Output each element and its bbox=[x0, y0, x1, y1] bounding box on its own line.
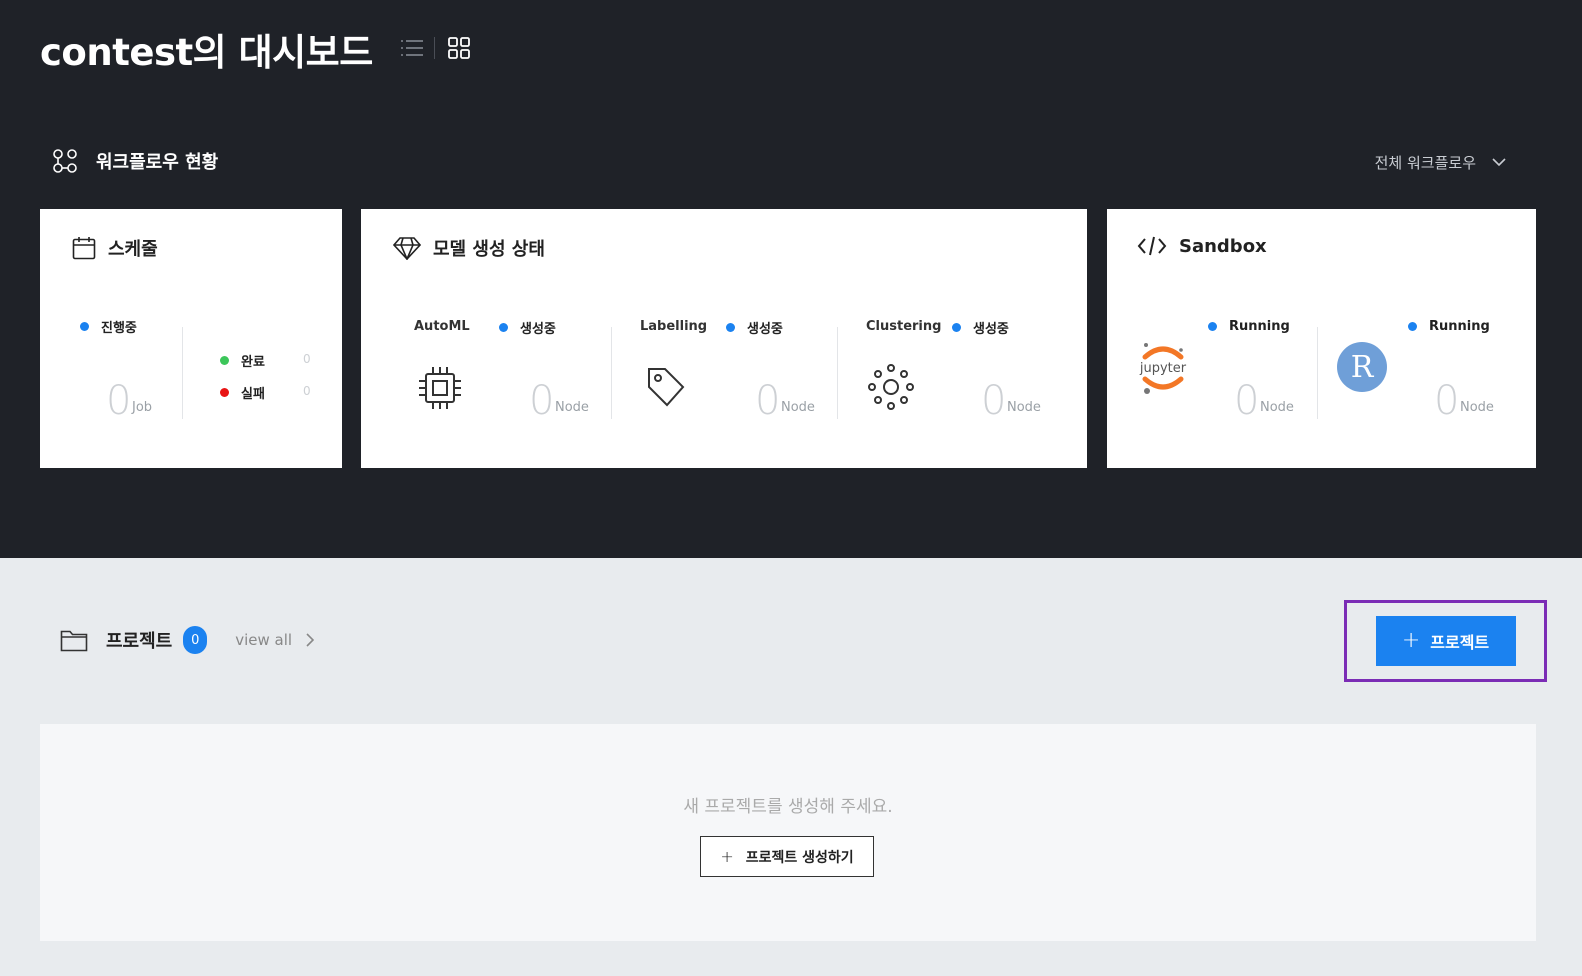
create-project-label: 프로젝트 bbox=[1430, 633, 1490, 652]
schedule-card-title: 스케줄 bbox=[72, 235, 158, 261]
view-all-link[interactable]: view all bbox=[235, 631, 315, 649]
sandbox-title-text: Sandbox bbox=[1179, 235, 1267, 257]
labelling-status-text: 생성중 bbox=[747, 322, 783, 337]
schedule-card: 스케줄 진행중 0 Job 완료 0 실패 0 bbox=[40, 209, 342, 468]
failed-count: 0 bbox=[303, 384, 311, 398]
grid-view-button[interactable] bbox=[445, 34, 473, 62]
plus-icon: + bbox=[1401, 628, 1421, 653]
in-progress-count: 0 bbox=[106, 378, 132, 424]
sandbox-card-title: Sandbox bbox=[1137, 235, 1267, 257]
status-dot-green bbox=[220, 356, 229, 365]
jupyter-logo-text: jupyter bbox=[1139, 361, 1187, 376]
create-project-button-highlight: + 프로젝트 bbox=[1344, 600, 1547, 682]
schedule-divider bbox=[182, 327, 183, 419]
chevron-right-icon bbox=[306, 633, 315, 647]
labelling-unit: Node bbox=[781, 400, 815, 415]
folder-icon bbox=[60, 630, 88, 652]
status-dot-blue bbox=[952, 323, 961, 332]
create-project-button[interactable]: + 프로젝트 bbox=[1375, 616, 1516, 666]
in-progress-unit: Job bbox=[132, 400, 153, 415]
tag-icon bbox=[648, 368, 685, 407]
r-logo-text: R bbox=[1351, 350, 1375, 385]
chevron-down-icon bbox=[1492, 158, 1506, 167]
status-dot-blue bbox=[1208, 322, 1217, 331]
failed-label: 실패 bbox=[241, 387, 265, 402]
empty-create-project-label: 프로젝트 생성하기 bbox=[745, 849, 854, 866]
page-title: contest의 대시보드 bbox=[40, 31, 373, 74]
jupyter-status-text: Running bbox=[1229, 319, 1290, 334]
clustering-label: Clustering bbox=[866, 319, 942, 334]
status-dot-red bbox=[220, 388, 229, 397]
labelling-label: Labelling bbox=[640, 319, 708, 334]
r-status: Running bbox=[1408, 319, 1490, 334]
automl-status: 생성중 bbox=[499, 318, 556, 337]
status-dot-blue bbox=[80, 322, 89, 331]
sandbox-card: Sandbox Running jupyter 0 Node Running R… bbox=[1107, 209, 1536, 468]
projects-header: 프로젝트 0 view all bbox=[60, 626, 315, 654]
schedule-in-progress-status: 진행중 bbox=[80, 317, 137, 336]
r-logo-icon: R bbox=[1337, 342, 1387, 392]
status-dot-blue bbox=[1408, 322, 1417, 331]
automl-label: AutoML bbox=[414, 319, 470, 334]
clustering-unit: Node bbox=[1007, 400, 1041, 415]
jupyter-logo-icon: jupyter bbox=[1139, 343, 1187, 394]
jupyter-unit: Node bbox=[1260, 400, 1294, 415]
workflow-section-header: 워크플로우 현황 bbox=[52, 148, 218, 174]
automl-count: 0 bbox=[529, 378, 555, 424]
cluster-icon bbox=[868, 364, 914, 410]
done-label: 완료 bbox=[241, 355, 265, 370]
schedule-done-status: 완료 bbox=[220, 351, 265, 370]
grid-icon bbox=[448, 37, 470, 59]
r-status-text: Running bbox=[1429, 319, 1490, 334]
list-view-button[interactable] bbox=[398, 34, 426, 62]
workflow-icon bbox=[53, 149, 77, 173]
view-toggle-divider bbox=[434, 37, 435, 59]
plus-icon: + bbox=[720, 847, 734, 866]
automl-unit: Node bbox=[555, 400, 589, 415]
empty-state-message: 새 프로젝트를 생성해 주세요. bbox=[683, 797, 893, 817]
done-count: 0 bbox=[303, 352, 311, 366]
list-icon bbox=[401, 40, 423, 56]
diamond-icon bbox=[393, 237, 421, 260]
view-all-text: view all bbox=[235, 631, 293, 649]
dashboard-header-section: contest의 대시보드 워크플로우 현황 전체 워크플로우 스케줄 진행중 … bbox=[0, 0, 1582, 558]
projects-count-badge: 0 bbox=[183, 626, 208, 654]
in-progress-label: 진행중 bbox=[101, 321, 137, 336]
calendar-icon bbox=[72, 237, 96, 260]
model-divider-1 bbox=[611, 327, 612, 419]
model-card-title: 모델 생성 상태 bbox=[393, 235, 545, 261]
status-dot-blue bbox=[726, 323, 735, 332]
clustering-status-text: 생성중 bbox=[973, 322, 1009, 337]
view-toggle bbox=[398, 34, 473, 62]
labelling-status: 생성중 bbox=[726, 318, 783, 337]
schedule-title-text: 스케줄 bbox=[108, 239, 158, 260]
clustering-count: 0 bbox=[981, 378, 1007, 424]
jupyter-status: Running bbox=[1208, 319, 1290, 334]
cpu-chip-icon bbox=[419, 367, 461, 409]
r-unit: Node bbox=[1460, 400, 1494, 415]
workflow-filter-label: 전체 워크플로우 bbox=[1374, 154, 1476, 172]
projects-title: 프로젝트 bbox=[106, 631, 173, 652]
workflow-filter-dropdown[interactable]: 전체 워크플로우 bbox=[1375, 152, 1506, 173]
jupyter-count: 0 bbox=[1234, 378, 1260, 424]
automl-status-text: 생성중 bbox=[520, 322, 556, 337]
sandbox-divider bbox=[1317, 327, 1318, 419]
labelling-count: 0 bbox=[755, 378, 781, 424]
workflow-section-title: 워크플로우 현황 bbox=[96, 152, 219, 173]
schedule-failed-status: 실패 bbox=[220, 383, 265, 402]
projects-empty-state: 새 프로젝트를 생성해 주세요. + 프로젝트 생성하기 bbox=[40, 724, 1536, 941]
model-status-card: 모델 생성 상태 AutoML 생성중 0 Node Labelling 생성중 bbox=[361, 209, 1087, 468]
model-divider-2 bbox=[837, 327, 838, 419]
clustering-status: 생성중 bbox=[952, 318, 1009, 337]
code-icon bbox=[1137, 236, 1167, 256]
empty-create-project-button[interactable]: + 프로젝트 생성하기 bbox=[700, 836, 874, 877]
r-count: 0 bbox=[1434, 378, 1460, 424]
status-dot-blue bbox=[499, 323, 508, 332]
model-title-text: 모델 생성 상태 bbox=[433, 239, 545, 260]
